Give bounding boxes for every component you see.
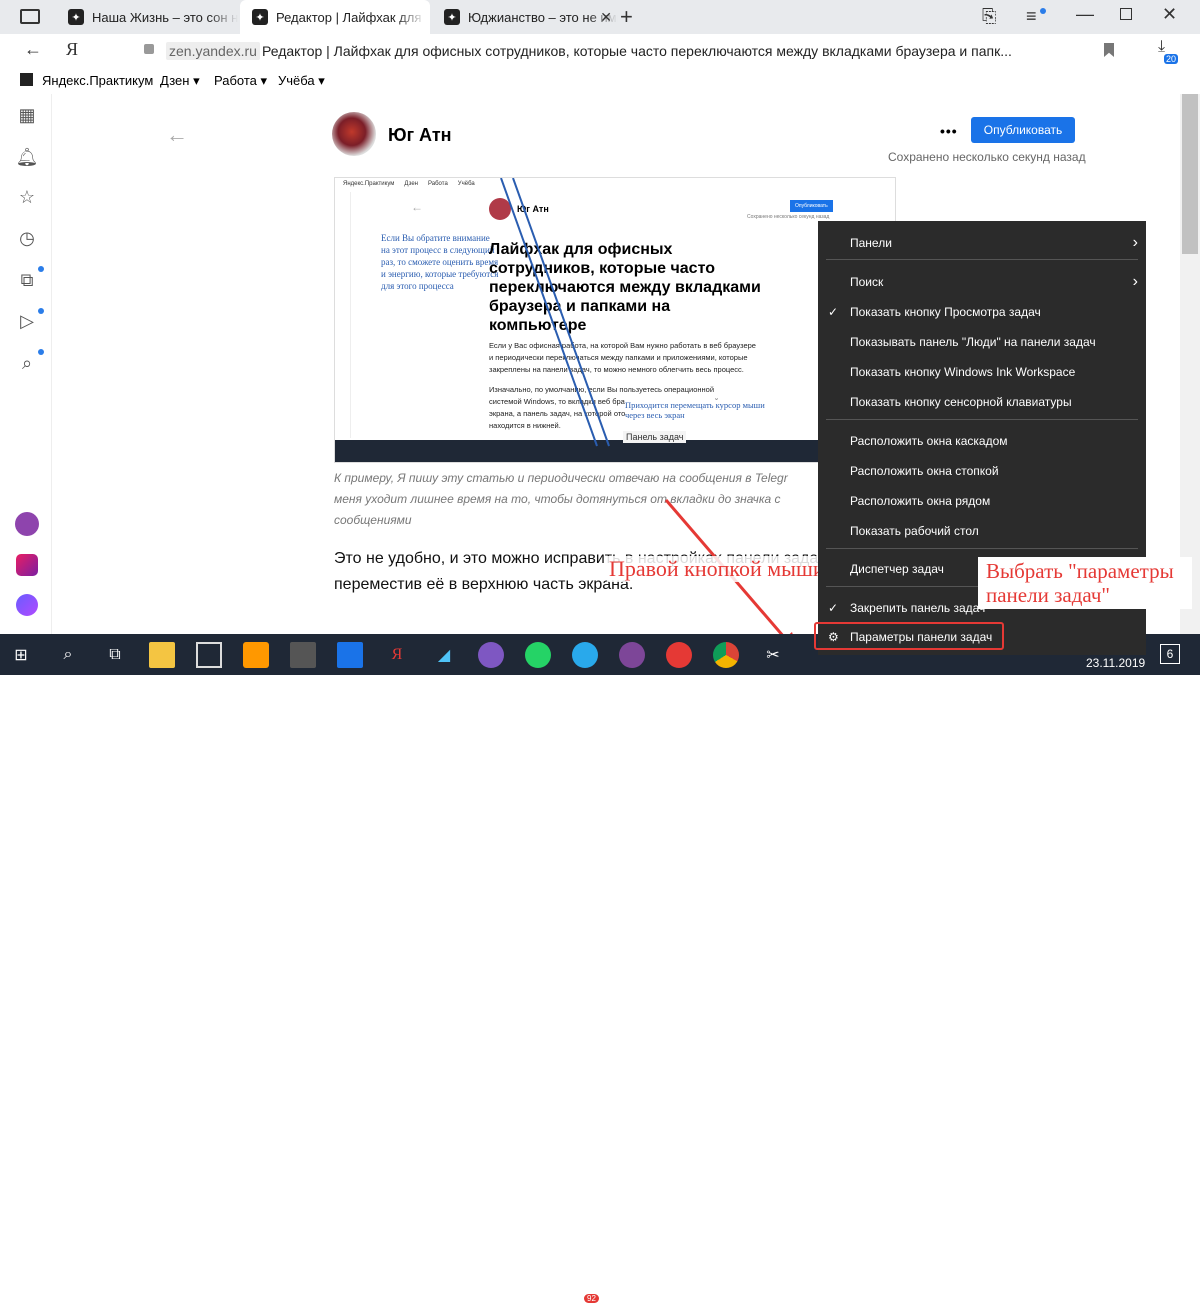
yandex-browser-icon[interactable]: Я (384, 642, 410, 668)
file-explorer-icon[interactable] (149, 642, 175, 668)
start-icon[interactable]: ⊞ (8, 642, 34, 668)
annotation-right-click: Правой кнопкой мыши (607, 556, 827, 582)
menu-item-label: Показать рабочий стол (850, 524, 979, 538)
menu-item-label: Показывать панель "Люди" на панели задач (850, 335, 1096, 349)
highlight-box (814, 622, 1004, 650)
menu-item-side-by-side[interactable]: Расположить окна рядом (818, 486, 1146, 516)
menu-item-label: Панели (850, 236, 892, 250)
app-icon-blue[interactable]: ◢ (431, 642, 457, 668)
menu-item-label: Поиск (850, 275, 884, 289)
menu-item-label: Расположить окна рядом (850, 494, 991, 508)
whatsapp-icon[interactable] (525, 642, 551, 668)
menu-item-label: Расположить окна стопкой (850, 464, 999, 478)
menu-item-people[interactable]: Показывать панель "Люди" на панели задач (818, 327, 1146, 357)
menu-item-cascade[interactable]: Расположить окна каскадом (818, 426, 1146, 456)
menu-separator (826, 548, 1138, 549)
calculator-icon[interactable] (290, 642, 316, 668)
notification-center-icon[interactable]: 6 (1160, 644, 1180, 664)
chrome-icon[interactable] (713, 642, 739, 668)
chevron-right-icon: › (1132, 273, 1138, 290)
menu-item-label: Показать кнопку сенсорной клавиатуры (850, 395, 1072, 409)
snipping-tool-icon[interactable]: ✂ (760, 642, 786, 668)
video-editor-icon[interactable] (196, 642, 222, 668)
menu-item-panels[interactable]: Панели › (818, 228, 1146, 258)
menu-item-show-desktop[interactable]: Показать рабочий стол (818, 516, 1146, 546)
menu-separator (826, 259, 1138, 260)
telegram-badge: 92 (584, 1294, 599, 1303)
check-icon: ✓ (828, 305, 839, 319)
menu-item-touch-keyboard[interactable]: Показать кнопку сенсорной клавиатуры (818, 387, 1146, 417)
annotation-choose-settings: Выбрать "параметры панели задач" (978, 557, 1192, 609)
menu-item-label: Показать кнопку Просмотра задач (850, 305, 1041, 319)
menu-item-label: Показать кнопку Windows Ink Workspace (850, 365, 1076, 379)
telegram-icon[interactable] (572, 642, 598, 668)
menu-item-search[interactable]: Поиск › (818, 267, 1146, 297)
sublime-icon[interactable] (243, 642, 269, 668)
menu-item-stack[interactable]: Расположить окна стопкой (818, 456, 1146, 486)
viber-icon[interactable] (478, 642, 504, 668)
menu-item-task-view[interactable]: ✓ Показать кнопку Просмотра задач (818, 297, 1146, 327)
menu-item-label: Диспетчер задач (850, 562, 944, 576)
menu-item-ink-workspace[interactable]: Показать кнопку Windows Ink Workspace (818, 357, 1146, 387)
search-icon[interactable]: ⌕ (55, 642, 81, 668)
menu-separator (826, 419, 1138, 420)
messages-icon[interactable] (337, 642, 363, 668)
menu-item-label: Закрепить панель задач (850, 601, 986, 615)
tor-icon[interactable] (619, 642, 645, 668)
yandex-icon[interactable] (666, 642, 692, 668)
chevron-right-icon: › (1132, 234, 1138, 251)
clock-date[interactable]: 23.11.2019 (1086, 656, 1145, 670)
menu-item-label: Расположить окна каскадом (850, 434, 1008, 448)
task-view-icon[interactable]: ⧉ (102, 642, 128, 668)
check-icon: ✓ (828, 601, 839, 615)
